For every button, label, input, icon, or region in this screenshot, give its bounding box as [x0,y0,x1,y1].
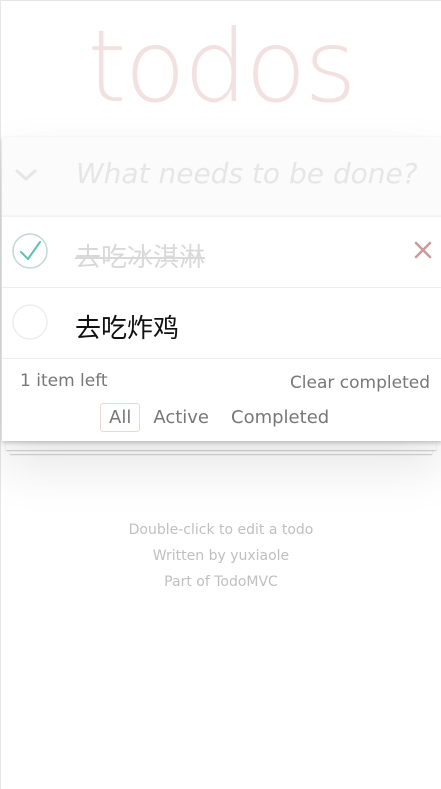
filters: All Active Completed [100,403,338,432]
todo-item[interactable]: 去吃冰淇淋 [2,217,441,288]
todo-app: 去吃冰淇淋 去吃炸鸡 1 item left All Active Comple… [2,137,441,441]
info-footer: Double-click to edit a todo Written by y… [1,517,441,595]
todo-item[interactable]: 去吃炸鸡 [2,288,441,359]
filter-active[interactable]: Active [144,403,218,432]
todo-label[interactable]: 去吃冰淇淋 [75,237,205,274]
completed-checkbox-icon[interactable] [12,233,48,269]
new-todo-row [2,137,441,217]
clear-completed-button[interactable]: Clear completed [290,373,430,393]
todo-page: todos 去吃冰淇淋 去吃炸鸡 [0,0,441,789]
delete-todo-icon[interactable] [408,235,438,265]
info-author: Written by yuxiaole [152,548,290,564]
todo-count-number: 1 [20,371,31,391]
app-title: todos [87,8,356,125]
new-todo-input[interactable] [76,157,432,190]
todo-count: 1 item left [20,371,108,391]
info-todomvc-link[interactable]: Part of TodoMVC [1,569,441,595]
filter-completed[interactable]: Completed [222,403,338,432]
info-edit-hint: Double-click to edit a todo [128,522,314,538]
checkbox-empty-icon[interactable] [12,304,48,340]
filter-all[interactable]: All [100,403,141,432]
todo-label[interactable]: 去吃炸鸡 [75,308,179,345]
paper-stack-shadow [6,442,436,450]
todo-count-suffix: item left [36,371,108,391]
toggle-all-chevron-icon[interactable] [12,161,40,189]
todo-footer: 1 item left All Active Completed Clear c… [2,359,441,441]
